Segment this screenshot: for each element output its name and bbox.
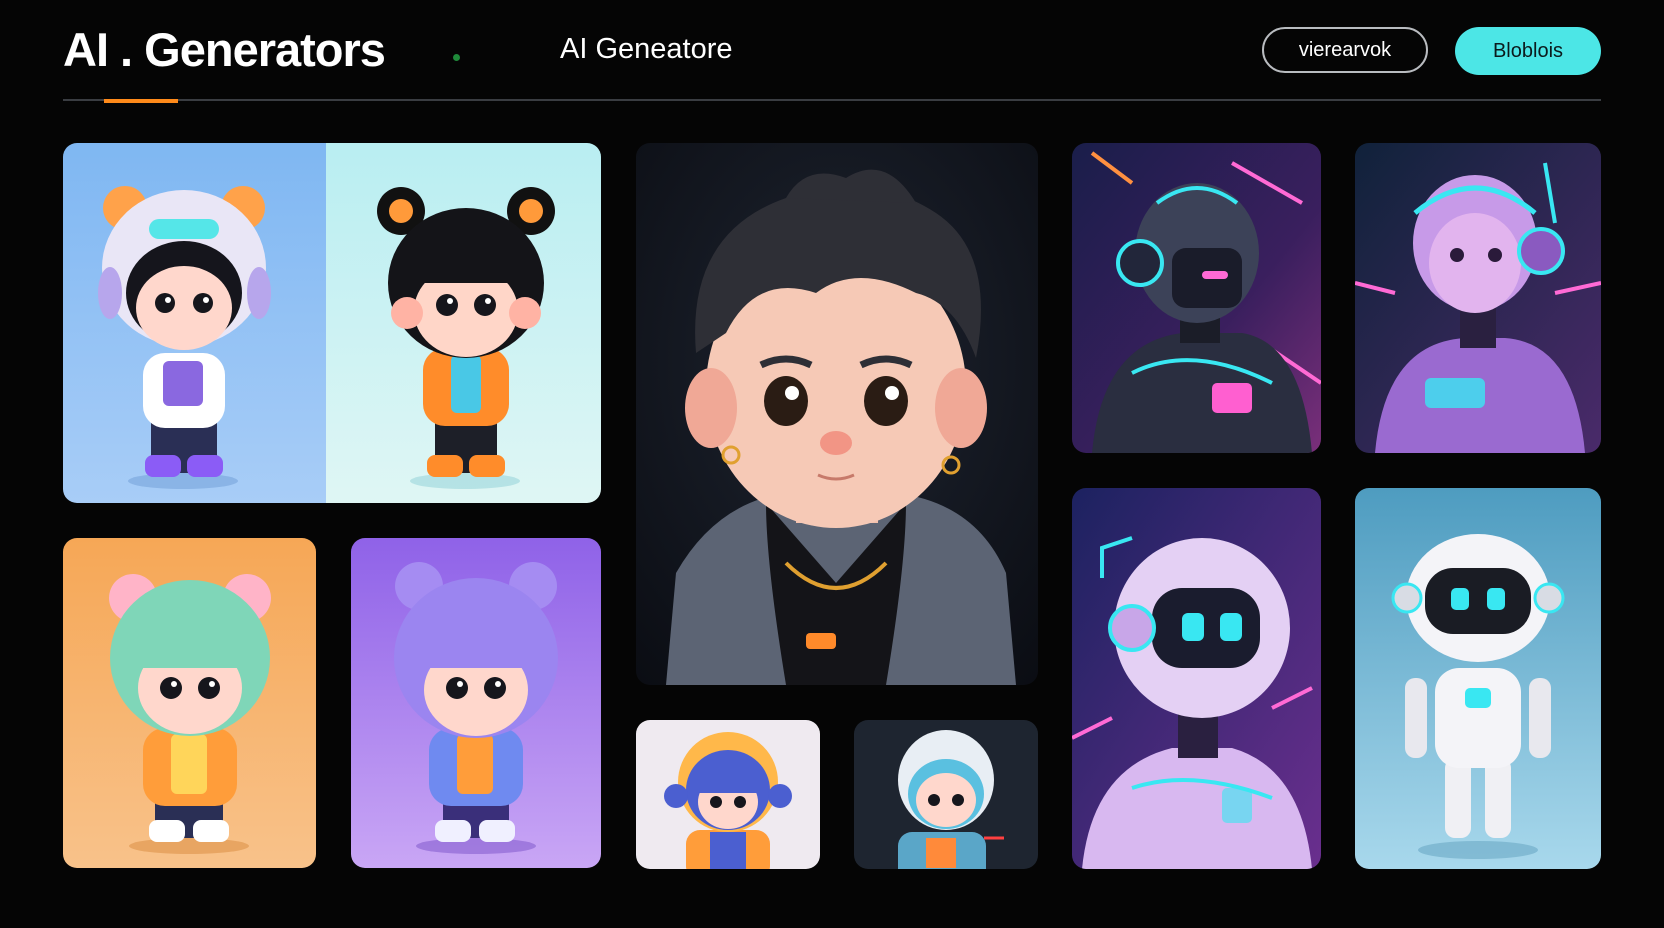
gallery-image-chibi-green[interactable] bbox=[63, 538, 316, 868]
page-title: AI Geneatore bbox=[560, 33, 733, 65]
gallery-image-neon-robot-cyan[interactable] bbox=[1072, 143, 1321, 453]
gallery-image-chibi-helmet[interactable] bbox=[854, 720, 1038, 869]
header-divider bbox=[63, 99, 1601, 101]
gallery-image-chibi-pair[interactable] bbox=[63, 143, 601, 503]
gallery-image-robot-white[interactable] bbox=[1355, 488, 1601, 869]
gallery-image-chibi-purple[interactable] bbox=[351, 538, 601, 868]
primary-button[interactable]: Bloblois bbox=[1455, 27, 1601, 75]
gallery-image-portrait[interactable] bbox=[636, 143, 1038, 685]
gallery-image-chibi-headphones[interactable] bbox=[636, 720, 820, 869]
outline-button[interactable]: vierearvok bbox=[1262, 27, 1428, 73]
gallery-image-neon-robot-purple[interactable] bbox=[1072, 488, 1321, 869]
gallery-image-neon-robot-pink[interactable] bbox=[1355, 143, 1601, 453]
active-tab-indicator bbox=[104, 99, 178, 103]
brand-title: AI . Generators bbox=[63, 23, 386, 76]
status-dot bbox=[453, 54, 460, 61]
